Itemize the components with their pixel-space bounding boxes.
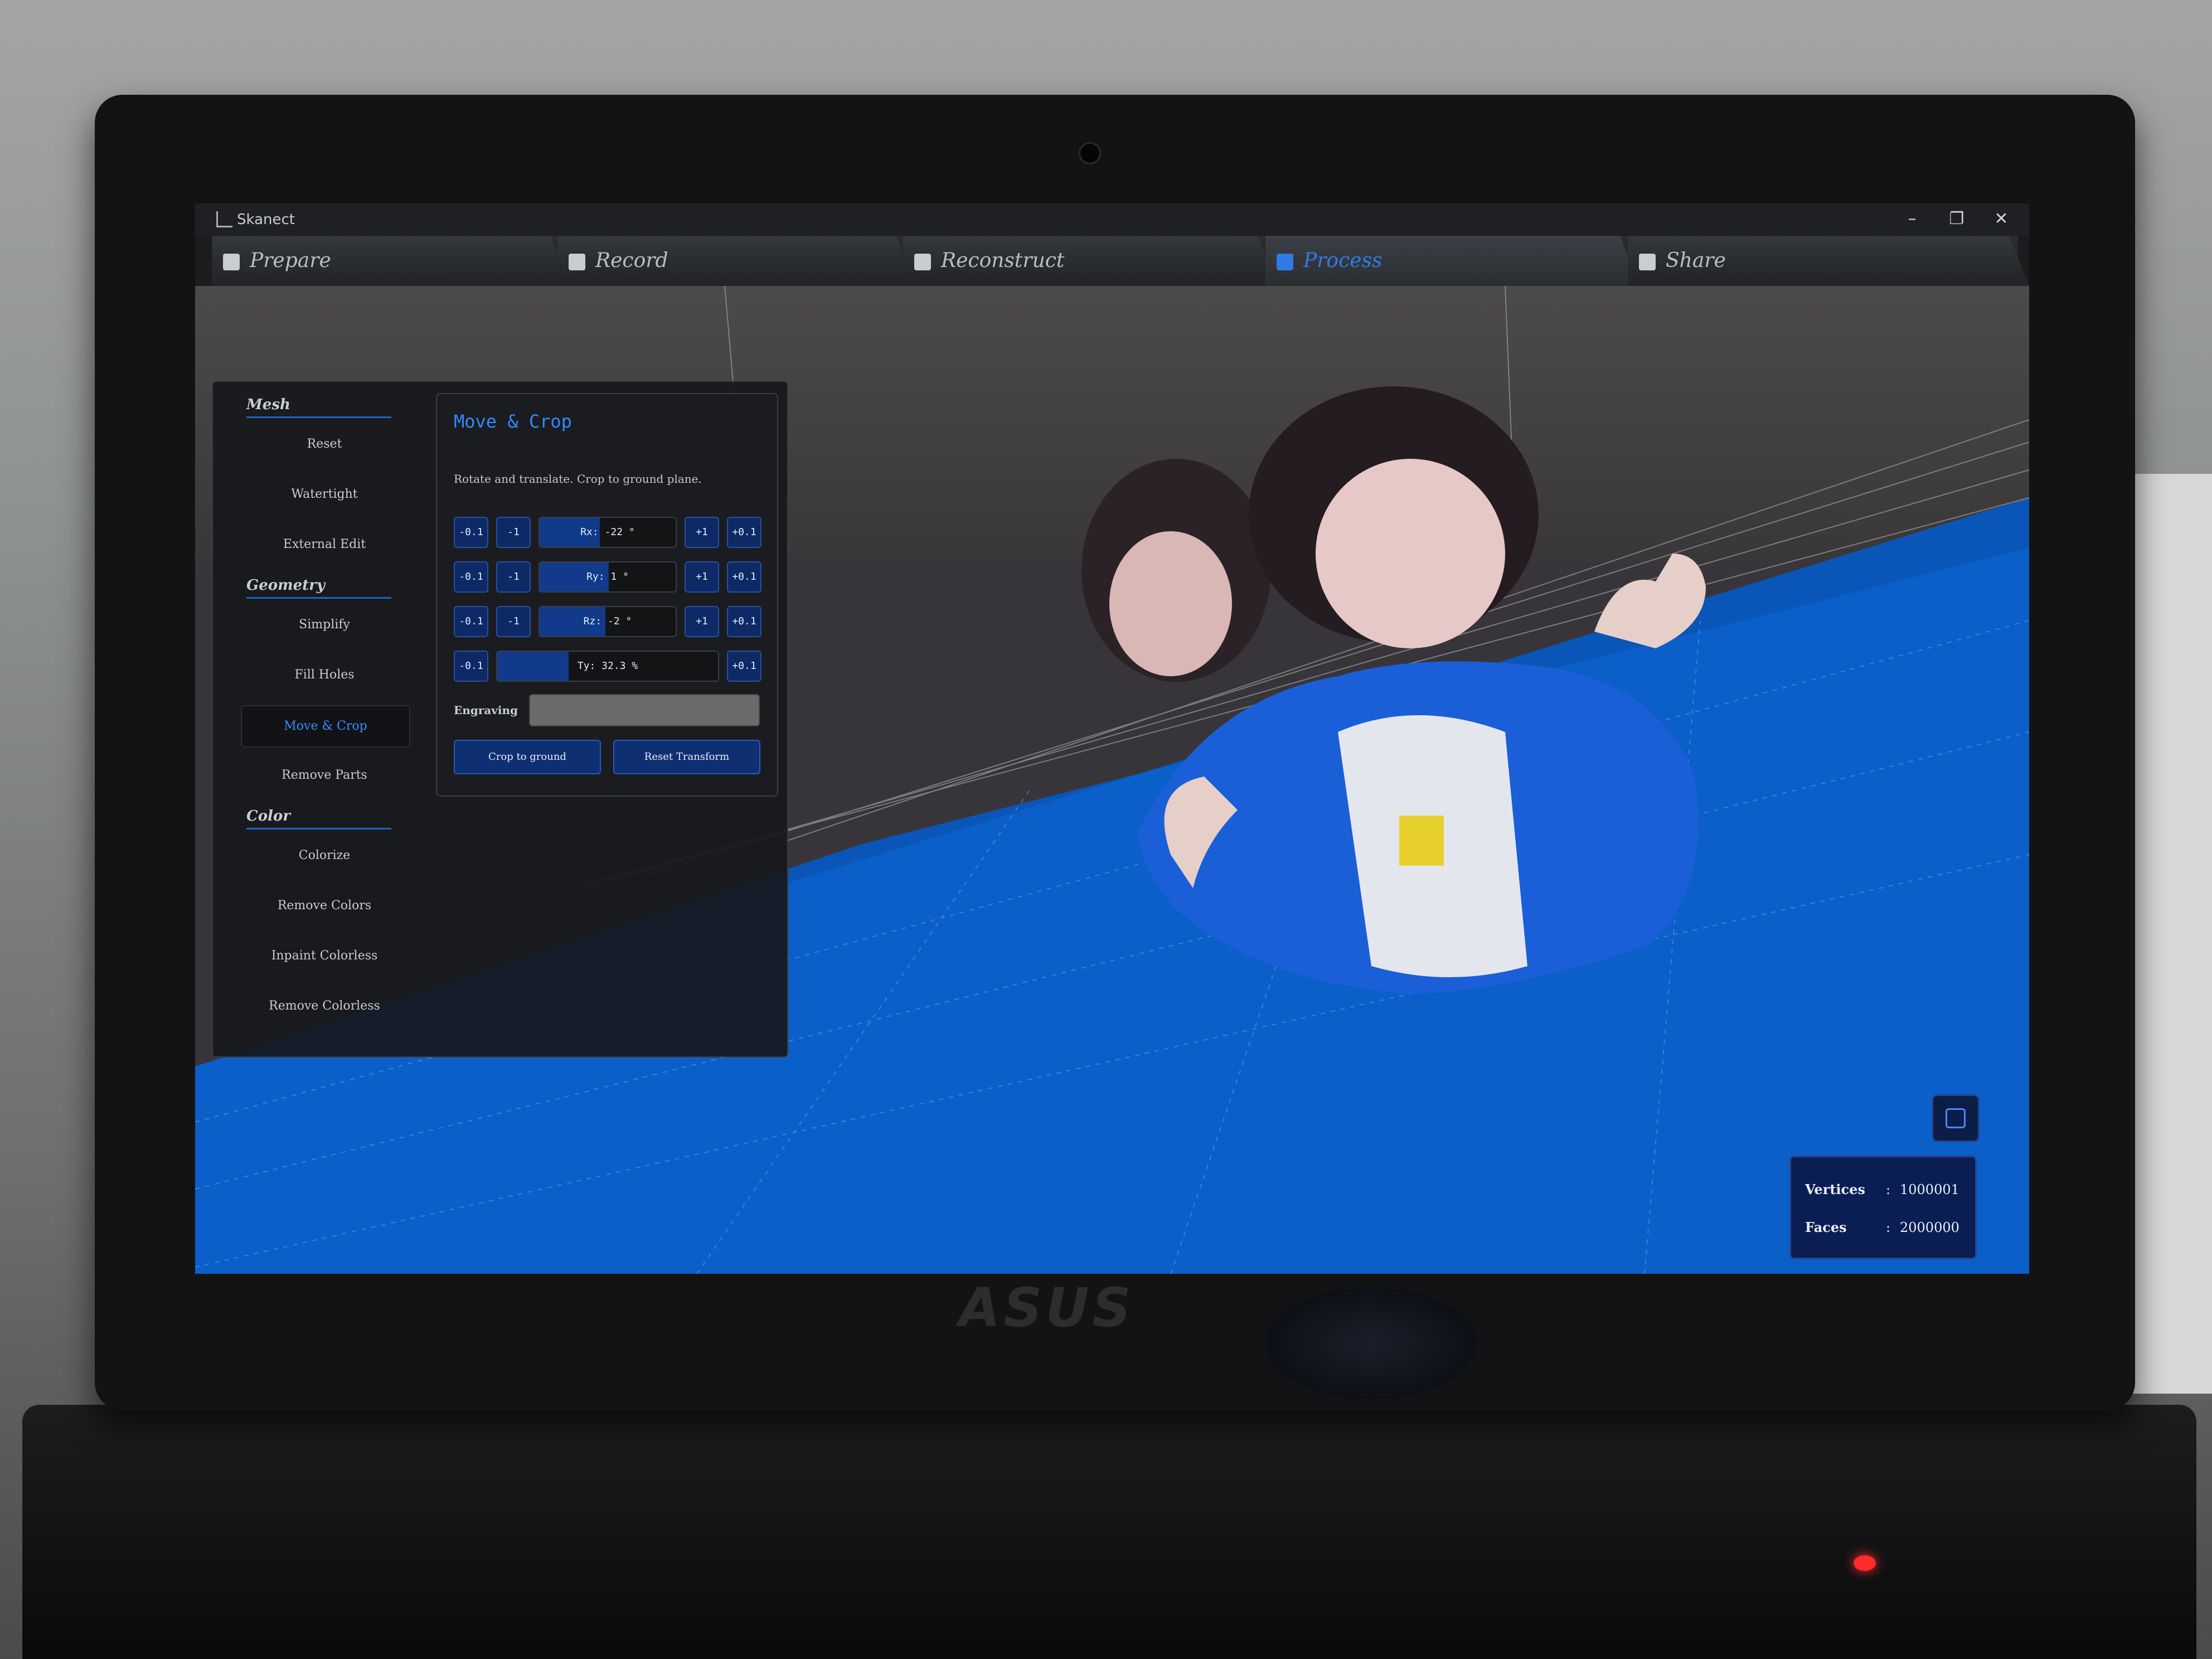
tab-share[interactable]: Share	[1628, 236, 2029, 286]
camera-icon	[1946, 1108, 1966, 1128]
vertices-value: 1000001	[1900, 1182, 1959, 1197]
maximize-button[interactable]: ❐	[1940, 208, 1973, 230]
ry-minus-small-button[interactable]: -0.1	[454, 561, 488, 593]
close-button[interactable]: ✕	[1985, 208, 2018, 230]
webcam	[1079, 142, 1101, 164]
app-window: Skanect – ❐ ✕ Prepare Record Reconstruct…	[195, 203, 2029, 1274]
rz-plus-button[interactable]: +1	[685, 606, 719, 637]
tab-label: Reconstruct	[941, 249, 1065, 272]
main-tab-bar: Prepare Record Reconstruct Process Share	[212, 236, 2029, 286]
rz-slider[interactable]: Rz: -2 °	[539, 606, 677, 637]
move-crop-panel: Move & Crop Rotate and translate. Crop t…	[436, 393, 778, 797]
faces-value: 2000000	[1900, 1220, 1959, 1235]
record-icon	[569, 254, 585, 270]
section-title-geometry: Geometry	[246, 577, 391, 599]
ty-slider[interactable]: Ty: 32.3 %	[496, 651, 719, 682]
thumbs-up-icon	[1639, 254, 1656, 270]
process-sidebar: Mesh Reset Watertight External Edit Geom…	[212, 381, 788, 1058]
ry-minus-button[interactable]: -1	[496, 561, 531, 593]
section-title-mesh: Mesh	[246, 396, 391, 418]
crop-to-ground-button[interactable]: Crop to ground	[454, 740, 601, 774]
3d-viewport[interactable]: Mesh Reset Watertight External Edit Geom…	[195, 286, 2029, 1274]
rog-logo	[1265, 1288, 1477, 1399]
ry-plus-small-button[interactable]: +0.1	[727, 561, 761, 593]
menu-fill-holes[interactable]: Fill Holes	[241, 655, 408, 695]
power-led	[1854, 1555, 1876, 1571]
ry-slider[interactable]: Ry: 1 °	[539, 561, 677, 593]
title-bar: Skanect – ❐ ✕	[195, 203, 2029, 236]
menu-external-edit[interactable]: External Edit	[241, 525, 408, 565]
rx-plus-small-button[interactable]: +0.1	[727, 517, 761, 548]
tab-reconstruct[interactable]: Reconstruct	[903, 236, 1277, 286]
mesh-stats-panel: Vertices : 1000001 Faces : 2000000	[1789, 1156, 1977, 1259]
rx-minus-small-button[interactable]: -0.1	[454, 517, 488, 548]
menu-reset[interactable]: Reset	[241, 424, 408, 464]
engraving-input[interactable]	[529, 694, 760, 726]
tab-label: Process	[1303, 249, 1382, 272]
brand-logo: ASUS	[959, 1277, 1134, 1339]
engraving-label: Engraving	[454, 704, 518, 717]
snapshot-button[interactable]	[1932, 1094, 1980, 1142]
tab-label: Share	[1666, 249, 1726, 272]
menu-watertight[interactable]: Watertight	[241, 474, 408, 515]
menu-move-crop[interactable]: Move & Crop	[241, 705, 410, 748]
rx-minus-button[interactable]: -1	[496, 517, 531, 548]
section-title-color: Color	[246, 808, 391, 830]
minimize-button[interactable]: –	[1895, 208, 1929, 230]
ty-minus-small-button[interactable]: -0.1	[454, 651, 488, 682]
reconstruct-icon	[914, 254, 931, 270]
panel-title: Move & Crop	[454, 411, 572, 432]
app-icon	[216, 211, 232, 227]
stat-colon: :	[1886, 1182, 1891, 1197]
rx-value: Rx: -22 °	[580, 526, 635, 538]
menu-inpaint-colorless[interactable]: Inpaint Colorless	[241, 936, 408, 976]
stat-colon: :	[1886, 1220, 1891, 1235]
ty-plus-small-button[interactable]: +0.1	[727, 651, 761, 682]
ry-plus-button[interactable]: +1	[685, 561, 719, 593]
background-device	[2123, 474, 2212, 1394]
prepare-icon	[223, 254, 240, 270]
faces-label: Faces	[1805, 1219, 1847, 1235]
vertices-label: Vertices	[1805, 1181, 1865, 1197]
tab-label: Prepare	[250, 249, 331, 272]
tab-label: Record	[595, 249, 668, 272]
rz-minus-button[interactable]: -1	[496, 606, 531, 637]
rx-plus-button[interactable]: +1	[685, 517, 719, 548]
ry-value: Ry: 1 °	[586, 571, 629, 583]
menu-colorize[interactable]: Colorize	[241, 836, 408, 876]
ty-value: Ty: 32.3 %	[577, 660, 638, 672]
laptop-keyboard-deck	[22, 1405, 2196, 1659]
rz-value: Rz: -2 °	[583, 615, 632, 627]
tab-process[interactable]: Process	[1265, 236, 1639, 286]
tab-record[interactable]: Record	[557, 236, 914, 286]
window-title: Skanect	[237, 211, 295, 228]
menu-remove-parts[interactable]: Remove Parts	[241, 755, 408, 795]
scanned-mesh	[1081, 386, 1706, 994]
rx-slider[interactable]: Rx: -22 °	[539, 517, 677, 548]
menu-remove-colorless[interactable]: Remove Colorless	[241, 986, 408, 1026]
gears-icon	[1277, 254, 1293, 270]
panel-description: Rotate and translate. Crop to ground pla…	[454, 472, 702, 486]
rz-minus-small-button[interactable]: -0.1	[454, 606, 488, 637]
menu-simplify[interactable]: Simplify	[241, 605, 408, 645]
tab-prepare[interactable]: Prepare	[212, 236, 569, 286]
menu-remove-colors[interactable]: Remove Colors	[241, 886, 408, 926]
rz-plus-small-button[interactable]: +0.1	[727, 606, 761, 637]
reset-transform-button[interactable]: Reset Transform	[613, 740, 760, 774]
